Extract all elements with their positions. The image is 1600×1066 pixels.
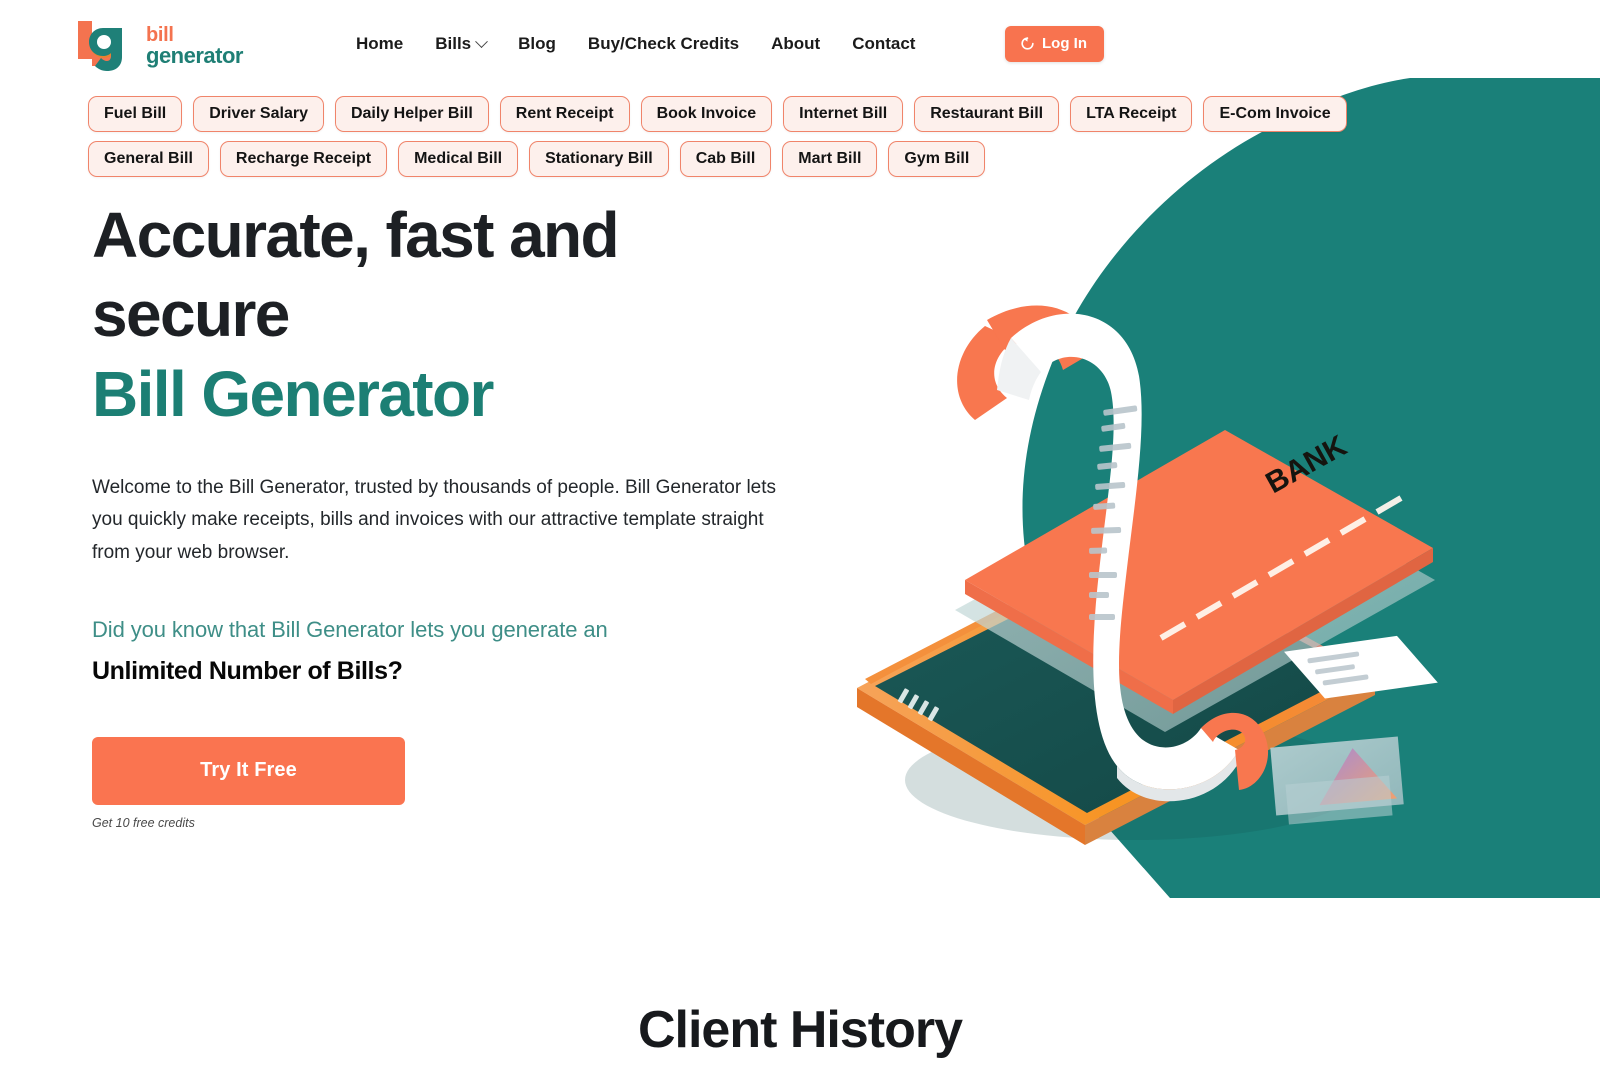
free-credits-note: Get 10 free credits [92, 815, 195, 830]
logo-text-generator: generator [146, 43, 243, 69]
nav-label: Blog [518, 34, 556, 53]
nav-label: Home [356, 34, 404, 53]
nav-label: Contact [852, 34, 916, 53]
try-it-free-button[interactable]: Try It Free [92, 736, 405, 805]
hero-unlimited-text: Unlimited Number of Bills? [92, 656, 403, 685]
tag-gym-bill[interactable]: Gym Bill [888, 141, 986, 178]
tag-internet-bill[interactable]: Internet Bill [783, 96, 904, 133]
tag-restaurant-bill[interactable]: Restaurant Bill [914, 96, 1060, 133]
hero-didyouknow-text: Did you know that Bill Generator lets yo… [92, 616, 608, 642]
login-button[interactable]: Log In [1005, 26, 1104, 62]
tag-medical-bill[interactable]: Medical Bill [398, 141, 519, 178]
site-header: bill generator Home Bills Blog Buy/Check… [0, 0, 1600, 88]
brand-logo[interactable]: bill generator [74, 18, 243, 72]
tag-lta-receipt[interactable]: LTA Receipt [1070, 96, 1193, 133]
tag-recharge-receipt[interactable]: Recharge Receipt [219, 141, 388, 178]
bg-monogram-icon [78, 21, 122, 71]
hero-title-accent: Bill Generator [92, 357, 494, 430]
login-arrow-icon [1021, 36, 1034, 50]
nav-item-home[interactable]: Home [340, 28, 419, 60]
tag-rent-receipt[interactable]: Rent Receipt [499, 96, 630, 133]
tag-stationary-bill[interactable]: Stationary Bill [529, 141, 669, 178]
hero-title-line1: Accurate, fast and [92, 199, 620, 271]
nav-item-about[interactable]: About [755, 28, 836, 60]
tag-general-bill[interactable]: General Bill [88, 141, 209, 178]
tag-book-invoice[interactable]: Book Invoice [640, 96, 773, 133]
chevron-down-icon [475, 34, 489, 48]
nav-label: Buy/Check Credits [587, 34, 740, 53]
tag-fuel-bill[interactable]: Fuel Bill [88, 96, 183, 133]
main-navigation: Home Bills Blog Buy/Check Credits About … [340, 28, 931, 60]
tag-e-com-invoice[interactable]: E-Com Invoice [1203, 96, 1347, 133]
hero-title-line2: secure [92, 278, 290, 351]
login-button-label: Log In [1042, 35, 1087, 52]
hero-section: Accurate, fast and secure Bill Generator… [92, 196, 792, 830]
tag-driver-salary[interactable]: Driver Salary [193, 96, 324, 133]
nav-item-contact[interactable]: Contact [836, 28, 931, 60]
nav-item-bills[interactable]: Bills [419, 28, 502, 60]
tag-mart-bill[interactable]: Mart Bill [782, 141, 878, 178]
hero-paragraph: Welcome to the Bill Generator, trusted b… [92, 477, 777, 563]
bill-type-tag-list: Fuel Bill Driver Salary Daily Helper Bil… [88, 96, 1398, 178]
nav-item-buy-check-credits[interactable]: Buy/Check Credits [572, 28, 755, 60]
hero-teal-background-shape [1022, 78, 1600, 898]
client-history-heading: Client History [637, 1001, 963, 1059]
tag-daily-helper-bill[interactable]: Daily Helper Bill [334, 96, 489, 133]
nav-item-blog[interactable]: Blog [502, 28, 572, 60]
hero-title: Accurate, fast and secure Bill Generator [92, 196, 792, 434]
nav-label: Bills [435, 34, 472, 53]
tag-cab-bill[interactable]: Cab Bill [679, 141, 772, 178]
landing-page: bill generator Home Bills Blog Buy/Check… [0, 0, 1600, 1066]
nav-label: About [771, 34, 821, 53]
